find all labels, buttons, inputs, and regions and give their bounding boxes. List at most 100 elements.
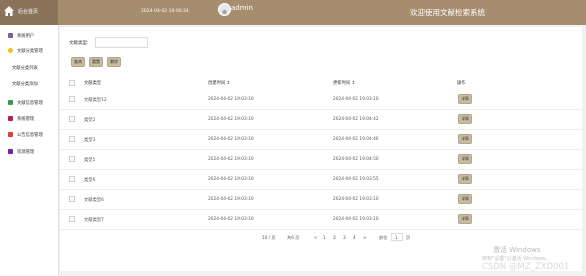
page-number[interactable]: 1 [323, 235, 326, 240]
detail-button[interactable]: 详情 [458, 154, 472, 164]
cell-type: 类型6 [84, 178, 96, 183]
cell-updated: 2024-04-02 19:03:10 [333, 197, 379, 202]
cell-updated: 2024-04-02 19:03:10 [333, 217, 379, 222]
cell-updated: 2024-04-02 19:04:50 [333, 157, 379, 162]
folder-icon [8, 48, 13, 53]
sidebar-item-label: 系统用户 [17, 34, 35, 39]
total-pages-label: 共6 页 [287, 235, 300, 240]
cell-type: 类型5 [84, 158, 96, 163]
user-icon [8, 33, 13, 38]
app-title: 欢迎使用文献检索系统 [410, 8, 485, 17]
goto-page-value: 1 [395, 235, 398, 240]
goto-page-input[interactable]: 1 [391, 233, 403, 241]
cell-created: 2024-04-02 19:03:10 [208, 117, 254, 122]
home-icon [4, 6, 14, 16]
table-row: 文献类型6 2024-04-02 19:03:10 2024-04-02 19:… [60, 189, 582, 210]
prev-page-button[interactable]: < [314, 235, 318, 240]
cell-type: 文献类型7 [84, 218, 104, 223]
cell-type: 文献类型6 [84, 198, 104, 203]
row-checkbox[interactable] [69, 196, 75, 202]
sidebar-item-label: 系统管理 [17, 117, 35, 122]
row-checkbox[interactable] [69, 136, 75, 142]
sidebar-item-system-management[interactable]: 系统管理 [0, 113, 58, 125]
detail-button[interactable]: 详情 [458, 94, 472, 104]
next-page-button[interactable]: > [363, 235, 367, 240]
csdn-watermark: CSDN @MZ_ZXD001 [482, 262, 570, 272]
column-header-created[interactable]: 创建时间 ↕ [208, 80, 230, 86]
cell-created: 2024-04-02 19:03:10 [208, 97, 254, 102]
sidebar-item-label: 文献分类添加 [12, 82, 38, 87]
system-icon [8, 116, 13, 121]
brand-label: 后台首页 [18, 9, 39, 15]
top-header: 后台首页 2024-04-02 19:00:24 admin 欢迎使用文献检索系… [0, 0, 586, 25]
cell-type: 类型3 [84, 138, 96, 143]
avatar[interactable] [218, 3, 231, 16]
filter-label: 文献类型: [69, 41, 89, 46]
page-number[interactable]: 4 [353, 235, 356, 240]
sidebar-item-resource-management[interactable]: 资源管理 [0, 146, 58, 158]
page-size-select[interactable]: 10 / 页 [262, 235, 276, 241]
document-type-filter-input[interactable] [95, 37, 148, 48]
cell-created: 2024-04-02 19:03:10 [208, 217, 254, 222]
current-datetime: 2024-04-02 19:00:24 [141, 9, 189, 14]
notice-icon [8, 132, 13, 137]
sidebar-item-label: 文献分类管理 [17, 49, 43, 54]
table-header: 文献类型 创建时间 ↕ 更新时间 ↕ 操作 [60, 77, 582, 89]
detail-button[interactable]: 详情 [458, 194, 472, 204]
brand-home-link[interactable]: 后台首页 [0, 0, 58, 25]
detail-button[interactable]: 详情 [458, 134, 472, 144]
sidebar-subitem-category-list[interactable]: 文献分类列表 [0, 62, 58, 74]
pagination: 10 / 页 共6 页 < 1 2 3 4 > 前往 1 页 [60, 232, 582, 244]
delete-button[interactable]: 删除 [107, 57, 121, 67]
book-icon [8, 100, 13, 105]
cell-updated: 2024-04-02 19:04:42 [333, 117, 379, 122]
cell-updated: 2024-04-02 19:03:55 [333, 177, 379, 182]
cell-created: 2024-04-02 19:03:10 [208, 197, 254, 202]
sidebar-subitem-category-add[interactable]: 文献分类添加 [0, 78, 58, 90]
row-checkbox[interactable] [69, 156, 75, 162]
sidebar-item-label: 资源管理 [17, 150, 35, 155]
resource-icon [8, 149, 13, 154]
table-row: 文献类型7 2024-04-02 19:03:10 2024-04-02 19:… [60, 209, 582, 230]
detail-button[interactable]: 详情 [458, 214, 472, 224]
username[interactable]: admin [231, 4, 253, 12]
windows-activation-hint: 转到"设置"以激活 Windows。 [482, 256, 551, 262]
table-row: 文献类型12 2024-04-02 19:03:10 2024-04-02 19… [60, 89, 582, 110]
user-avatar-icon [222, 9, 227, 15]
cell-created: 2024-04-02 19:03:10 [208, 177, 254, 182]
windows-activation-title: 激活 Windows [493, 246, 541, 254]
detail-button[interactable]: 详情 [458, 114, 472, 124]
goto-label: 前往 [379, 235, 388, 240]
column-header-updated[interactable]: 更新时间 ↕ [333, 80, 355, 86]
cell-updated: 2024-04-02 19:03:10 [333, 97, 379, 102]
goto-suffix: 页 [406, 235, 411, 240]
detail-button[interactable]: 详情 [458, 174, 472, 184]
table-row: 类型2 2024-04-02 19:03:10 2024-04-02 19:04… [60, 109, 582, 130]
sidebar-item-system-users[interactable]: 系统用户 [0, 30, 58, 42]
page-number-current[interactable]: 2 [333, 235, 336, 240]
column-header-action: 操作 [457, 81, 466, 86]
cell-type: 类型2 [84, 118, 96, 123]
table-row: 类型5 2024-04-02 19:03:10 2024-04-02 19:04… [60, 149, 582, 170]
row-checkbox[interactable] [69, 96, 75, 102]
cell-created: 2024-04-02 19:03:10 [208, 137, 254, 142]
reset-button[interactable]: 重置 [89, 57, 103, 67]
sidebar-item-label: 文献分类列表 [12, 66, 38, 71]
main-content: 文献类型: 查询 重置 删除 文献类型 创建时间 ↕ 更新时间 ↕ 操作 文献类… [60, 27, 582, 271]
cell-type: 文献类型12 [84, 98, 107, 103]
row-checkbox[interactable] [69, 216, 75, 222]
sidebar-item-category-management[interactable]: 文献分类管理 [0, 45, 58, 57]
row-checkbox[interactable] [69, 176, 75, 182]
select-all-checkbox[interactable] [69, 80, 75, 86]
table-row: 类型3 2024-04-02 19:03:10 2024-04-02 19:04… [60, 129, 582, 150]
sidebar: 系统用户 文献分类管理 文献分类列表 文献分类添加 文献信息管理 系统管理 公告… [0, 25, 59, 276]
sidebar-item-label: 公告信息管理 [17, 133, 43, 138]
page-number[interactable]: 3 [343, 235, 346, 240]
search-button[interactable]: 查询 [71, 57, 85, 67]
sidebar-item-label: 文献信息管理 [17, 101, 43, 106]
sidebar-item-notice-management[interactable]: 公告信息管理 [0, 129, 58, 141]
cell-updated: 2024-04-02 19:04:46 [333, 137, 379, 142]
column-header-type[interactable]: 文献类型 [84, 80, 101, 86]
sidebar-item-document-management[interactable]: 文献信息管理 [0, 97, 58, 109]
row-checkbox[interactable] [69, 116, 75, 122]
